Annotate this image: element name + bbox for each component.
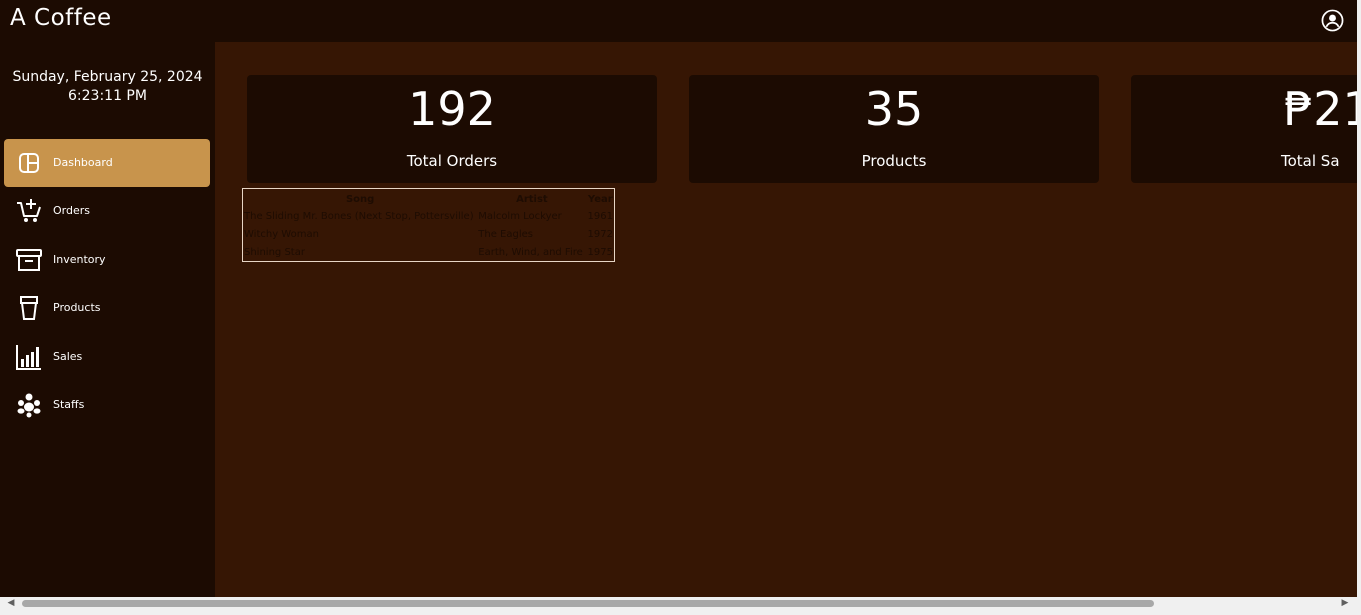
artist-cell: Earth, Wind, and Fire [478, 246, 583, 258]
sidebar-item-sales[interactable]: Sales [4, 333, 210, 381]
people-group-icon [17, 393, 41, 418]
scroll-right-icon[interactable]: ▶ [1338, 597, 1352, 610]
total-orders-label: Total Orders [406, 152, 498, 170]
year-cell: 1975 [587, 246, 613, 258]
card-total-sales: ₱21 Total Sa [1131, 75, 1357, 183]
song-cell: Witchy Woman [244, 228, 319, 240]
sidebar-item-label: Staffs [53, 398, 85, 411]
current-time: 6:23:11 PM [68, 88, 147, 104]
total-sales-value: ₱21 [1284, 82, 1357, 136]
products-value: 35 [864, 82, 924, 136]
table-row: Shining Star Earth, Wind, and Fire 1975 [243, 243, 614, 261]
sidebar-item-label: Sales [53, 350, 83, 363]
table-row: The Sliding Mr. Bones (Next Stop, Potter… [243, 207, 614, 225]
current-datetime: Sunday, February 25, 2024 6:23:11 PM [0, 68, 215, 106]
dashboard-icon [19, 153, 39, 173]
sidebar-item-products[interactable]: Products [4, 284, 210, 332]
sidebar: Sunday, February 25, 2024 6:23:11 PM Das… [0, 42, 215, 597]
sidebar-item-dashboard[interactable]: Dashboard [4, 139, 210, 187]
current-date: Sunday, February 25, 2024 [12, 69, 203, 85]
cart-add-icon [17, 199, 41, 222]
sidebar-item-label: Products [53, 301, 101, 314]
column-header-song: Song [345, 193, 375, 205]
user-account-icon[interactable] [1321, 9, 1344, 32]
table-header-row: Song Artist Year [243, 189, 614, 207]
sidebar-item-orders[interactable]: Orders [4, 187, 210, 235]
table-row: Witchy Woman The Eagles 1972 [243, 225, 614, 243]
total-sales-label: Total Sa [1281, 152, 1340, 170]
bar-chart-icon [16, 345, 41, 370]
sidebar-item-inventory[interactable]: Inventory [4, 236, 210, 284]
scrollbar-thumb[interactable] [22, 600, 1154, 607]
year-cell: 1972 [587, 228, 613, 240]
song-cell: Shining Star [244, 246, 305, 258]
window-right-edge [1357, 0, 1361, 597]
products-label: Products [861, 152, 927, 170]
sidebar-item-label: Dashboard [53, 156, 113, 169]
sidebar-item-label: Inventory [53, 253, 106, 266]
column-header-year: Year [587, 193, 613, 205]
song-cell: The Sliding Mr. Bones (Next Stop, Potter… [244, 210, 474, 222]
year-cell: 1961 [587, 210, 613, 222]
top-bar: A Coffee [0, 0, 1357, 42]
archive-box-icon [16, 249, 42, 271]
column-header-artist: Artist [516, 193, 548, 205]
artist-cell: The Eagles [478, 228, 533, 240]
sidebar-item-label: Orders [53, 204, 90, 217]
total-orders-value: 192 [408, 82, 496, 136]
card-products: 35 Products [689, 75, 1099, 183]
song-table: Song Artist Year The Sliding Mr. Bones (… [242, 188, 615, 262]
scroll-left-icon[interactable]: ◀ [4, 597, 18, 610]
sidebar-item-staffs[interactable]: Staffs [4, 381, 210, 429]
app-window: A Coffee Sunday, February 25, 2024 6:23:… [0, 0, 1357, 597]
cup-icon [20, 296, 38, 320]
horizontal-scrollbar[interactable]: ◀ ▶ [0, 597, 1361, 610]
song-table-grid: Song Artist Year The Sliding Mr. Bones (… [243, 189, 614, 261]
app-title: A Coffee [10, 5, 112, 31]
artist-cell: Malcolm Lockyer [478, 210, 562, 222]
card-total-orders: 192 Total Orders [247, 75, 657, 183]
